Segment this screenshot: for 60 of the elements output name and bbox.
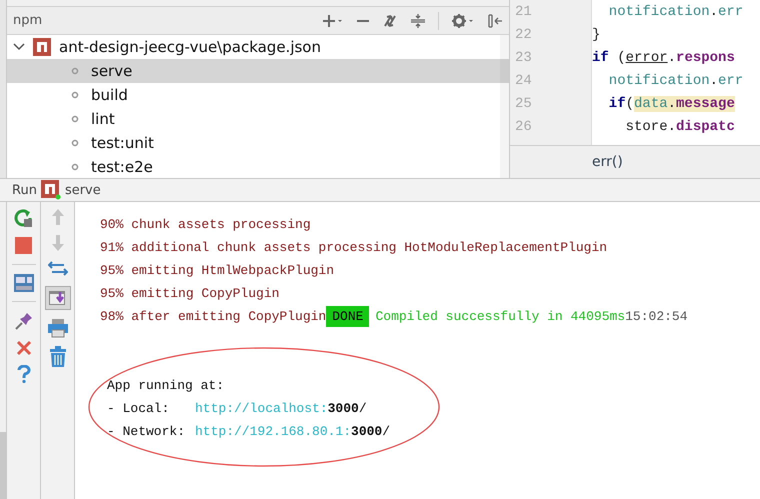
line-number: 21 (515, 4, 533, 20)
help-icon[interactable] (16, 365, 30, 383)
script-item[interactable]: build (7, 83, 500, 107)
script-icon (71, 67, 79, 75)
script-item[interactable]: serve (7, 59, 500, 83)
print-icon[interactable] (46, 318, 68, 338)
url-label: - Local: (107, 401, 170, 416)
console-line: 91% additional chunk assets processing HotModuleReplacementPlugin (100, 240, 608, 255)
code-line: } (592, 26, 600, 42)
panel-title: npm (13, 13, 44, 28)
breadcrumb-hint: err() (510, 145, 760, 178)
code-line: if(data.message (608, 96, 735, 112)
line-number: 23 (515, 50, 533, 66)
status-badge: DONE (326, 306, 370, 327)
console-line: 95% emitting HtmlWebpackPlugin (100, 263, 334, 278)
npm-run-icon (40, 180, 61, 200)
rerun-icon[interactable] (14, 208, 34, 228)
scrollbar[interactable] (500, 35, 509, 178)
refresh-icon[interactable] (382, 12, 398, 28)
scroll-to-end-icon[interactable] (44, 286, 70, 310)
script-icon (71, 91, 79, 99)
code-line: if (error.respons (592, 50, 735, 66)
script-item[interactable]: test:e2e (7, 155, 500, 178)
code-line: store.dispatc (624, 118, 735, 134)
npm-icon (33, 38, 51, 56)
line-number: 22 (515, 26, 533, 42)
console-line: App running at: (107, 378, 224, 393)
url-label: - Network: (107, 424, 186, 439)
console-line: 98% after emitting CopyPlugin (100, 309, 326, 324)
run-config-name: serve (64, 182, 101, 198)
close-icon[interactable] (16, 340, 32, 356)
collapse-icon[interactable] (410, 12, 426, 28)
resize-handle[interactable] (7, 0, 509, 7)
code-line: notification.err (608, 4, 744, 20)
script-item[interactable]: lint (7, 107, 500, 131)
script-icon (71, 115, 79, 123)
panel-title: Run (12, 182, 37, 198)
pin-icon[interactable] (14, 311, 34, 331)
script-item[interactable]: test:unit (7, 131, 500, 155)
console-line: 90% chunk assets processing (100, 217, 311, 232)
trash-icon[interactable] (48, 346, 68, 368)
tree-node[interactable]: ant-design-jeecg-vue\package.json (7, 35, 500, 59)
timestamp: 15:02:54 (625, 309, 688, 324)
add-icon[interactable] (322, 14, 344, 28)
url-link[interactable]: http://localhost:3000/ (195, 401, 367, 416)
console-line: 95% emitting CopyPlugin (100, 286, 280, 301)
script-icon (71, 163, 79, 171)
layout-icon[interactable] (14, 274, 34, 292)
line-number: 26 (515, 118, 533, 134)
code-line: notification.err (608, 72, 744, 88)
pin-left-icon[interactable] (487, 12, 503, 28)
soft-wrap-icon[interactable] (48, 260, 68, 278)
settings-icon[interactable] (451, 12, 475, 28)
script-icon (71, 139, 79, 147)
url-link[interactable]: http://192.168.80.1:3000/ (195, 424, 390, 439)
stop-icon[interactable] (14, 237, 32, 255)
console-message: Compiled successfully in 44095ms (375, 309, 626, 324)
line-number: 25 (515, 96, 533, 112)
chevron-icon[interactable] (13, 42, 25, 52)
line-number: 24 (515, 72, 533, 88)
